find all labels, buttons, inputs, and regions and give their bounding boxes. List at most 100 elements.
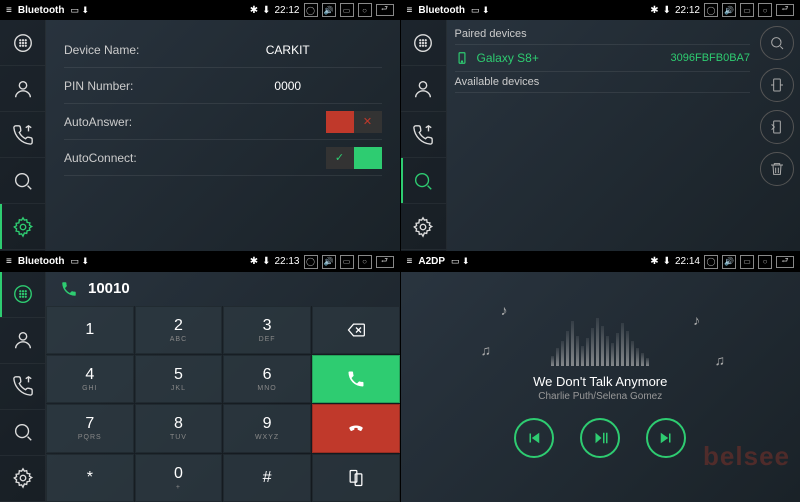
sidebar-contacts[interactable] [0, 66, 45, 112]
minimize-icon[interactable]: ▭ [740, 255, 754, 269]
key-0[interactable]: 0+ [135, 454, 223, 502]
clock: 22:13 [274, 256, 299, 267]
menu-icon[interactable]: ≡ [407, 256, 413, 267]
track-artist: Charlie Puth/Selena Gomez [538, 391, 662, 402]
minimize-icon[interactable]: ▭ [740, 3, 754, 17]
equalizer-visual [551, 316, 649, 366]
key-call[interactable] [312, 355, 400, 403]
paired-device-row[interactable]: Galaxy S8+ 3096FBFB0BA7 [455, 45, 751, 72]
search-button[interactable] [760, 26, 794, 60]
pin-label: PIN Number: [64, 79, 194, 93]
pin-row[interactable]: PIN Number: 0000 [64, 68, 382, 104]
volume-icon[interactable]: 🔊 [322, 3, 336, 17]
minimize-icon[interactable]: ▭ [340, 255, 354, 269]
play-pause-button[interactable] [580, 418, 620, 458]
home-icon[interactable]: ○ [758, 3, 772, 17]
toggle-check-icon: ✓ [326, 147, 354, 169]
back-icon[interactable]: ⮐ [376, 4, 394, 16]
bluetooth-settings-panel: ≡ Bluetooth ▭ ⬇ ✱ ⬇ 22:12 ◯ 🔊 ▭ ○ ⮐ Devi… [0, 0, 400, 251]
clock: 22:12 [274, 5, 299, 16]
keypad: 1 2ABC 3DEF 4GHI 5JKL 6MNO 7PQRS 8TUV 9W… [46, 306, 400, 502]
home-icon[interactable]: ○ [358, 3, 372, 17]
status-icons: ▭ ⬇ [471, 5, 490, 16]
key-hangup[interactable] [312, 404, 400, 452]
key-9[interactable]: 9WXYZ [223, 404, 311, 452]
player-controls [514, 418, 686, 458]
device-name-row[interactable]: Device Name: CARKIT [64, 32, 382, 68]
sidebar [401, 20, 447, 251]
delete-button[interactable] [760, 152, 794, 186]
key-2[interactable]: 2ABC [135, 306, 223, 354]
volume-icon[interactable]: 🔊 [722, 255, 736, 269]
camera-icon[interactable]: ◯ [704, 3, 718, 17]
download-icon: ⬇ [262, 5, 270, 16]
key-hash[interactable]: # [223, 454, 311, 502]
bluetooth-devices-panel: ≡ Bluetooth ▭ ⬇ ✱ ⬇ 22:12 ◯ 🔊 ▭ ○ ⮐ Pair… [401, 0, 800, 251]
available-header: Available devices [455, 72, 751, 93]
key-backspace[interactable] [312, 306, 400, 354]
key-1[interactable]: 1 [46, 306, 134, 354]
menu-icon[interactable]: ≡ [407, 5, 413, 16]
camera-icon[interactable]: ◯ [704, 255, 718, 269]
sidebar-contacts[interactable] [0, 318, 45, 364]
toggle-on-indicator [354, 147, 382, 169]
sidebar-dialpad[interactable] [401, 20, 446, 66]
sidebar-settings[interactable] [401, 204, 446, 250]
music-note-icon: ♫ [715, 352, 726, 368]
key-star[interactable]: * [46, 454, 134, 502]
volume-icon[interactable]: 🔊 [322, 255, 336, 269]
dialer-content: 10010 1 2ABC 3DEF 4GHI 5JKL 6MNO 7PQRS 8… [46, 272, 400, 502]
back-icon[interactable]: ⮐ [776, 256, 794, 268]
home-icon[interactable]: ○ [758, 255, 772, 269]
auto-connect-toggle[interactable]: ✓ [326, 147, 382, 169]
auto-answer-row: AutoAnswer: ✕ [64, 104, 382, 140]
sidebar-search[interactable] [0, 410, 45, 456]
music-note-icon: ♪ [501, 302, 508, 318]
prev-button[interactable] [514, 418, 554, 458]
key-8[interactable]: 8TUV [135, 404, 223, 452]
sidebar-settings[interactable] [0, 204, 45, 250]
key-5[interactable]: 5JKL [135, 355, 223, 403]
minimize-icon[interactable]: ▭ [340, 3, 354, 17]
key-4[interactable]: 4GHI [46, 355, 134, 403]
key-transfer[interactable] [312, 454, 400, 502]
sidebar-search[interactable] [0, 158, 45, 204]
key-6[interactable]: 6MNO [223, 355, 311, 403]
sidebar [0, 20, 46, 251]
sidebar-dialpad[interactable] [0, 272, 45, 318]
device-mac: 3096FBFB0BA7 [671, 52, 751, 64]
camera-icon[interactable]: ◯ [304, 3, 318, 17]
app-title: Bluetooth [18, 256, 65, 267]
status-icons: ▭ ⬇ [71, 5, 90, 16]
camera-icon[interactable]: ◯ [304, 255, 318, 269]
status-bar: ≡ Bluetooth ▭ ⬇ ✱ ⬇ 22:12 ◯ 🔊 ▭ ○ ⮐ [0, 0, 400, 20]
clock: 22:14 [675, 256, 700, 267]
sidebar-history[interactable] [401, 112, 446, 158]
next-button[interactable] [646, 418, 686, 458]
device-name: Galaxy S8+ [477, 51, 539, 65]
sidebar-history[interactable] [0, 364, 45, 410]
sidebar-contacts[interactable] [401, 66, 446, 112]
pin-value: 0000 [194, 79, 382, 93]
disconnect-button[interactable] [760, 110, 794, 144]
settings-content: Device Name: CARKIT PIN Number: 0000 Aut… [46, 20, 400, 251]
key-7[interactable]: 7PQRS [46, 404, 134, 452]
sidebar-dialpad[interactable] [0, 20, 45, 66]
sidebar [0, 272, 46, 502]
auto-answer-toggle[interactable]: ✕ [326, 111, 382, 133]
menu-icon[interactable]: ≡ [6, 256, 12, 267]
sidebar-settings[interactable] [0, 456, 45, 502]
key-3[interactable]: 3DEF [223, 306, 311, 354]
home-icon[interactable]: ○ [358, 255, 372, 269]
back-icon[interactable]: ⮐ [376, 256, 394, 268]
sidebar-history[interactable] [0, 112, 45, 158]
clock: 22:12 [675, 5, 700, 16]
sidebar-search[interactable] [401, 158, 446, 204]
status-icons: ▭ ⬇ [71, 256, 90, 267]
menu-icon[interactable]: ≡ [6, 5, 12, 16]
download-icon: ⬇ [663, 5, 671, 16]
volume-icon[interactable]: 🔊 [722, 3, 736, 17]
number-display: 10010 [46, 272, 400, 306]
back-icon[interactable]: ⮐ [776, 4, 794, 16]
pair-button[interactable] [760, 68, 794, 102]
